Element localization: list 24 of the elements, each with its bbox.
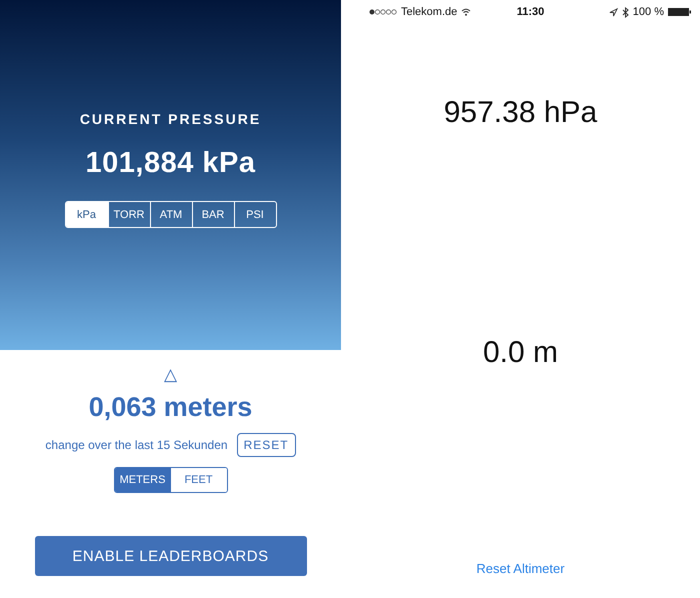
delta-icon: △: [164, 365, 177, 385]
pressure-reading: 957.38 hPa: [442, 96, 598, 130]
location-icon: [608, 8, 618, 16]
battery-percent: 100 %: [632, 6, 664, 18]
signal-icon: [369, 9, 397, 15]
wifi-icon: [461, 8, 472, 16]
pressure-title: CURRENT PRESSURE: [80, 111, 262, 127]
leaderboards-button[interactable]: ENABLE LEADERBOARDS: [34, 536, 306, 576]
pressure-value: 101,884 kPa: [86, 147, 256, 180]
altitude-reading: 0.0 m: [482, 336, 560, 370]
unit-tab[interactable]: ATM: [150, 202, 192, 227]
unit-tab[interactable]: kPa: [66, 202, 108, 227]
bluetooth-icon: [622, 6, 629, 18]
unit-tab[interactable]: TORR: [108, 202, 150, 227]
distance-unit-tab[interactable]: METERS: [114, 468, 170, 492]
change-value: 0,063 meters: [88, 392, 252, 423]
carrier-name: Telekom.de: [401, 6, 458, 18]
unit-tab[interactable]: PSI: [234, 202, 276, 227]
reset-altimeter-link[interactable]: Reset Altimeter: [476, 561, 565, 576]
battery-icon: [668, 7, 692, 17]
reset-button[interactable]: RESET: [236, 433, 296, 457]
change-caption: change over the last 15 Sekunden: [45, 438, 228, 452]
unit-tab[interactable]: BAR: [192, 202, 234, 227]
status-time: 11:30: [516, 6, 544, 18]
